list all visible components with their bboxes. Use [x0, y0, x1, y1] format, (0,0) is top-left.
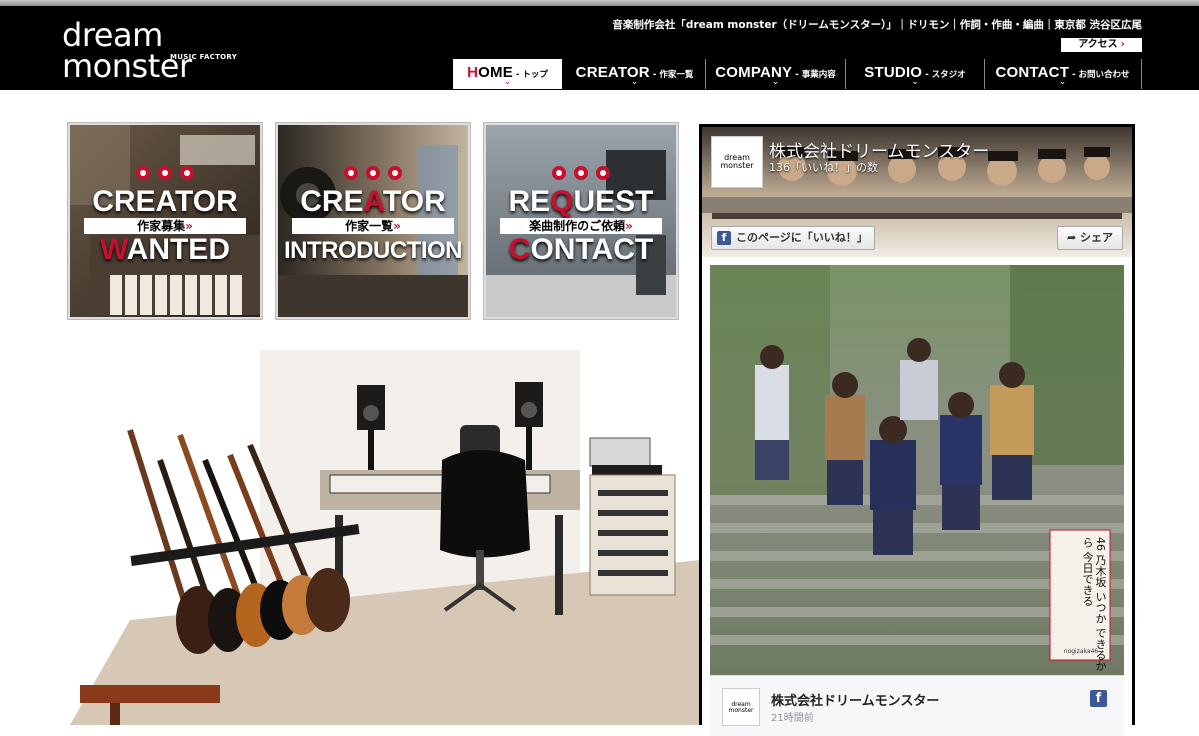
- post-author-avatar[interactable]: dream monster: [722, 688, 760, 726]
- tile-subtitle: 楽曲制作のご依頼»: [500, 218, 662, 234]
- double-chevron-icon: »: [393, 219, 401, 233]
- browser-edge: [0, 0, 1199, 6]
- facebook-post-image[interactable]: 46 乃木坂 いつか できるから 今日できる nogizaka46: [710, 265, 1124, 675]
- photo-credit: nogizaka46: [1063, 648, 1099, 655]
- access-button[interactable]: アクセス ›: [1061, 38, 1142, 52]
- nav-company[interactable]: COMPANY - 事業内容 ⌄: [706, 59, 845, 89]
- logo-subtitle: MUSIC FACTORY: [170, 53, 238, 61]
- tile-heading: REQUEST: [508, 185, 654, 218]
- nav-home[interactable]: HOME - トップ ⌄: [453, 59, 562, 89]
- creator-introduction-banner[interactable]: CREATOR 作家一覧» INTRODUCTION: [278, 125, 468, 317]
- facebook-like-button[interactable]: f このページに「いいね！」: [711, 226, 875, 250]
- record-dots-icon: [278, 165, 468, 184]
- request-contact-banner[interactable]: REQUEST 楽曲制作のご依頼» CONTACT: [486, 125, 676, 317]
- facebook-page-widget: dream monster 株式会社ドリームモンスター 136「いいね！」の数 …: [699, 124, 1135, 736]
- tile-heading-2: CONTACT: [508, 233, 654, 266]
- tile-heading: CREATOR: [300, 185, 446, 218]
- tile-heading: CREATOR: [92, 185, 238, 218]
- chevron-down-icon: ⌄: [911, 77, 919, 87]
- site-logo[interactable]: dream monster MUSIC FACTORY: [62, 19, 237, 82]
- record-dots-icon: [486, 165, 676, 184]
- facebook-page-logo[interactable]: dream monster: [711, 136, 763, 188]
- tile-heading-2: INTRODUCTION: [284, 237, 462, 264]
- facebook-icon[interactable]: f: [1090, 690, 1107, 707]
- nav-creator[interactable]: CREATOR - 作家一覧 ⌄: [564, 59, 705, 89]
- share-icon: ➦: [1066, 231, 1077, 244]
- chevron-right-icon: ›: [1120, 39, 1125, 50]
- nav-studio[interactable]: STUDIO - スタジオ ⌄: [846, 59, 984, 89]
- chevron-down-icon: ⌄: [630, 77, 639, 87]
- nav-contact[interactable]: CONTACT - お問い合わせ ⌄: [985, 59, 1140, 89]
- double-chevron-icon: »: [625, 219, 633, 233]
- tile-heading-2: WANTED: [99, 233, 230, 266]
- chevron-down-icon: ⌄: [1058, 77, 1067, 87]
- post-author-name[interactable]: 株式会社ドリームモンスター: [771, 690, 939, 709]
- facebook-share-button[interactable]: ➦ シェア: [1057, 226, 1123, 250]
- double-chevron-icon: »: [185, 219, 193, 233]
- tile-subtitle: 作家募集»: [84, 218, 246, 234]
- chevron-down-icon: ⌄: [503, 77, 512, 87]
- nav-divider: [1141, 59, 1142, 89]
- creator-wanted-banner[interactable]: CREATOR 作家募集» WANTED: [70, 125, 260, 317]
- record-dots-icon: [70, 165, 260, 184]
- facebook-icon: f: [717, 231, 731, 245]
- post-timestamp[interactable]: 21時間前: [771, 709, 814, 724]
- facebook-like-count: 136「いいね！」の数: [769, 161, 878, 174]
- facebook-post-header: dream monster 株式会社ドリームモンスター 21時間前 f: [710, 675, 1124, 736]
- chevron-down-icon: ⌄: [771, 77, 780, 87]
- facebook-cover[interactable]: dream monster 株式会社ドリームモンスター 136「いいね！」の数 …: [702, 127, 1132, 257]
- site-header: dream monster MUSIC FACTORY 音楽制作会社「dream…: [0, 0, 1199, 90]
- site-tagline: 音楽制作会社「dream monster（ドリームモンスター）」｜ドリモン｜作詞…: [612, 19, 1142, 31]
- tile-subtitle: 作家一覧»: [292, 218, 454, 234]
- studio-hero-image: [70, 320, 700, 725]
- access-label: アクセス: [1078, 39, 1118, 50]
